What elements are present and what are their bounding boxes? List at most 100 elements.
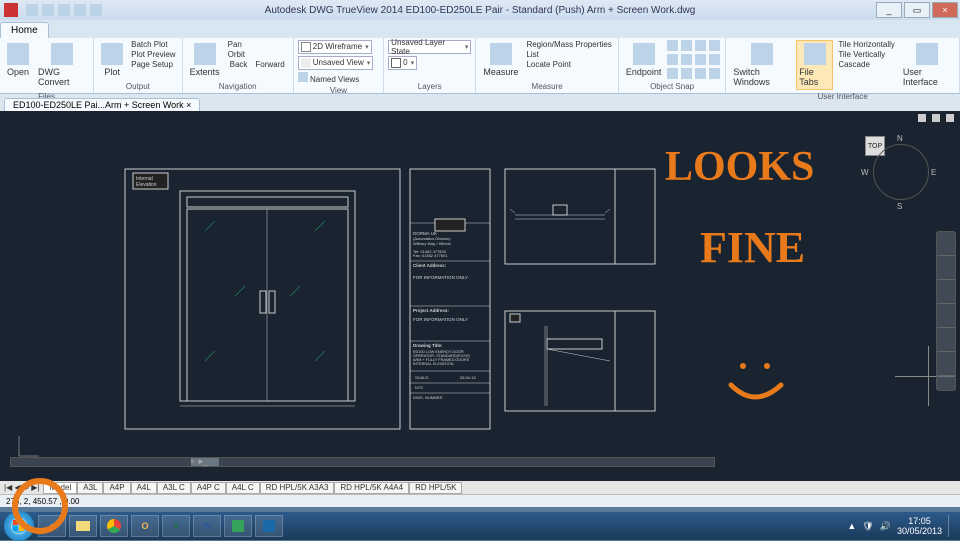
osnap-icon[interactable]	[709, 40, 720, 51]
commandline[interactable]: × ▸_	[190, 456, 212, 467]
extents-button[interactable]: Extents	[187, 40, 223, 80]
endpoint-button[interactable]: Endpoint	[623, 40, 665, 80]
switch-windows-button[interactable]: Switch Windows	[730, 40, 793, 90]
taskbar-dwg2[interactable]	[255, 515, 283, 537]
clock-date[interactable]: 30/05/2013	[897, 526, 942, 536]
system-tray[interactable]: ▲ 🛡 🔊 17:05 30/05/2013	[847, 515, 956, 537]
osnap-icon[interactable]	[695, 40, 706, 51]
list-button[interactable]: List	[524, 50, 613, 59]
views-icon	[298, 72, 308, 82]
layout-tab[interactable]: A4P C	[191, 482, 226, 494]
osnap-icon[interactable]	[667, 54, 678, 65]
osnap-icon[interactable]	[709, 68, 720, 79]
visual-style-select[interactable]: 2D Wireframe	[298, 40, 372, 54]
clock-time[interactable]: 17:05	[897, 516, 942, 526]
maximize-button[interactable]: ▭	[904, 2, 930, 18]
measure-button[interactable]: Measure	[480, 40, 521, 80]
saved-view-select[interactable]: Unsaved View	[298, 56, 374, 70]
batch-plot-button[interactable]: Batch Plot	[129, 40, 177, 49]
osnap-icon[interactable]	[681, 68, 692, 79]
vp-max-icon[interactable]	[932, 114, 940, 122]
tray-icon[interactable]: 🔊	[880, 521, 891, 532]
locate-point-button[interactable]: Locate Point	[524, 60, 613, 69]
extents-icon	[194, 43, 216, 65]
svg-text:Fax: 01462 477601: Fax: 01462 477601	[413, 253, 448, 258]
osnap-icon[interactable]	[681, 40, 692, 51]
layout-tab[interactable]: A4L C	[226, 482, 260, 494]
qat-btn[interactable]	[42, 4, 54, 16]
drawing-content: Internal Elevation DORMA UK (Automatics …	[115, 161, 765, 461]
osnap-icon[interactable]	[667, 40, 678, 51]
taskbar-chrome[interactable]	[100, 515, 128, 537]
osnap-icon[interactable]	[695, 68, 706, 79]
osnap-icon[interactable]	[681, 54, 692, 65]
file-tabs-button[interactable]: File Tabs	[796, 40, 833, 90]
layout-tab[interactable]: A3L	[77, 482, 103, 494]
taskbar-explorer[interactable]	[69, 515, 97, 537]
excel-icon: X	[173, 521, 179, 531]
open-icon	[7, 43, 29, 65]
compass-ring[interactable]	[873, 144, 929, 200]
horizontal-scrollbar[interactable]	[10, 457, 715, 467]
osnap-icon[interactable]	[709, 54, 720, 65]
viewcube[interactable]: N S W E TOP	[865, 136, 935, 206]
region-mass-button[interactable]: Region/Mass Properties	[524, 40, 613, 49]
svg-text:FOR INFORMATION ONLY: FOR INFORMATION ONLY	[413, 275, 468, 280]
status-bar: 273, 2, 450.57 , 0.00	[0, 494, 960, 507]
file-tab[interactable]: ED100-ED250LE Pai...Arm + Screen Work ×	[4, 98, 200, 111]
taskbar-outlook[interactable]: O	[131, 515, 159, 537]
plot-button[interactable]: Plot	[98, 40, 126, 80]
named-views-button[interactable]: Named Views	[298, 72, 359, 84]
forward-button[interactable]: Forward	[253, 60, 286, 69]
layer-select[interactable]: 0	[388, 56, 417, 70]
pan-button[interactable]: Pan	[226, 40, 289, 49]
osnap-icon[interactable]	[695, 54, 706, 65]
osnap-icon[interactable]	[667, 68, 678, 79]
layer-state-select[interactable]: Unsaved Layer State	[388, 40, 471, 54]
dwg-icon	[232, 520, 244, 532]
drawing-canvas[interactable]: N S W E TOP Internal Elevation DORMA UK …	[0, 111, 960, 481]
orbit-button[interactable]: Orbit	[226, 50, 289, 59]
quick-access-toolbar[interactable]	[26, 4, 102, 16]
taskbar-ie[interactable]: e	[38, 515, 66, 537]
page-setup-button[interactable]: Page Setup	[129, 60, 177, 69]
qat-btn[interactable]	[26, 4, 38, 16]
layout-tab[interactable]: A3L C	[157, 482, 191, 494]
outlook-icon: O	[141, 521, 148, 531]
plot-icon	[101, 43, 123, 65]
open-button[interactable]: Open	[4, 40, 32, 80]
switch-icon	[751, 43, 773, 65]
ribbon-tab-home[interactable]: Home	[0, 22, 49, 38]
taskbar-word[interactable]: W	[193, 515, 221, 537]
layout-tab[interactable]: A4P	[103, 482, 130, 494]
tile-horiz-button[interactable]: Tile Horizontally	[836, 40, 897, 49]
start-button[interactable]	[4, 511, 34, 541]
close-button[interactable]: ×	[932, 2, 958, 18]
qat-btn[interactable]	[58, 4, 70, 16]
tray-icon[interactable]: 🛡	[862, 521, 873, 532]
vp-close-icon[interactable]	[946, 114, 954, 122]
taskbar-dwg[interactable]	[224, 515, 252, 537]
minimize-button[interactable]: _	[876, 2, 902, 18]
layout-tab[interactable]: RD HPL/5K	[409, 482, 462, 494]
navigation-bar[interactable]	[936, 231, 956, 391]
cascade-button[interactable]: Cascade	[836, 60, 897, 69]
qat-btn[interactable]	[74, 4, 86, 16]
back-button[interactable]: Back	[228, 60, 250, 69]
tray-icon[interactable]: ▲	[847, 521, 856, 531]
tile-vert-button[interactable]: Tile Vertically	[836, 50, 897, 59]
plot-preview-button[interactable]: Plot Preview	[129, 50, 177, 59]
show-desktop-button[interactable]	[948, 515, 956, 537]
dwg-convert-button[interactable]: DWG Convert	[35, 40, 89, 90]
layout-tab[interactable]: A4L	[131, 482, 157, 494]
layout-tab[interactable]: RD HPL/5K A3A3	[260, 482, 335, 494]
svg-text:DWG. NUMBER: DWG. NUMBER	[413, 395, 442, 400]
layout-tab-model[interactable]: Model	[43, 482, 77, 494]
qat-btn[interactable]	[90, 4, 102, 16]
ui-button[interactable]: User Interface	[900, 40, 955, 90]
layout-nav-buttons[interactable]: |◀ ◀ ▶ ▶|	[0, 483, 43, 492]
layout-tab[interactable]: RD HPL/5K A4A4	[334, 482, 409, 494]
ribbon-tab-strip: Home	[0, 20, 960, 38]
taskbar-excel[interactable]: X	[162, 515, 190, 537]
vp-min-icon[interactable]	[918, 114, 926, 122]
